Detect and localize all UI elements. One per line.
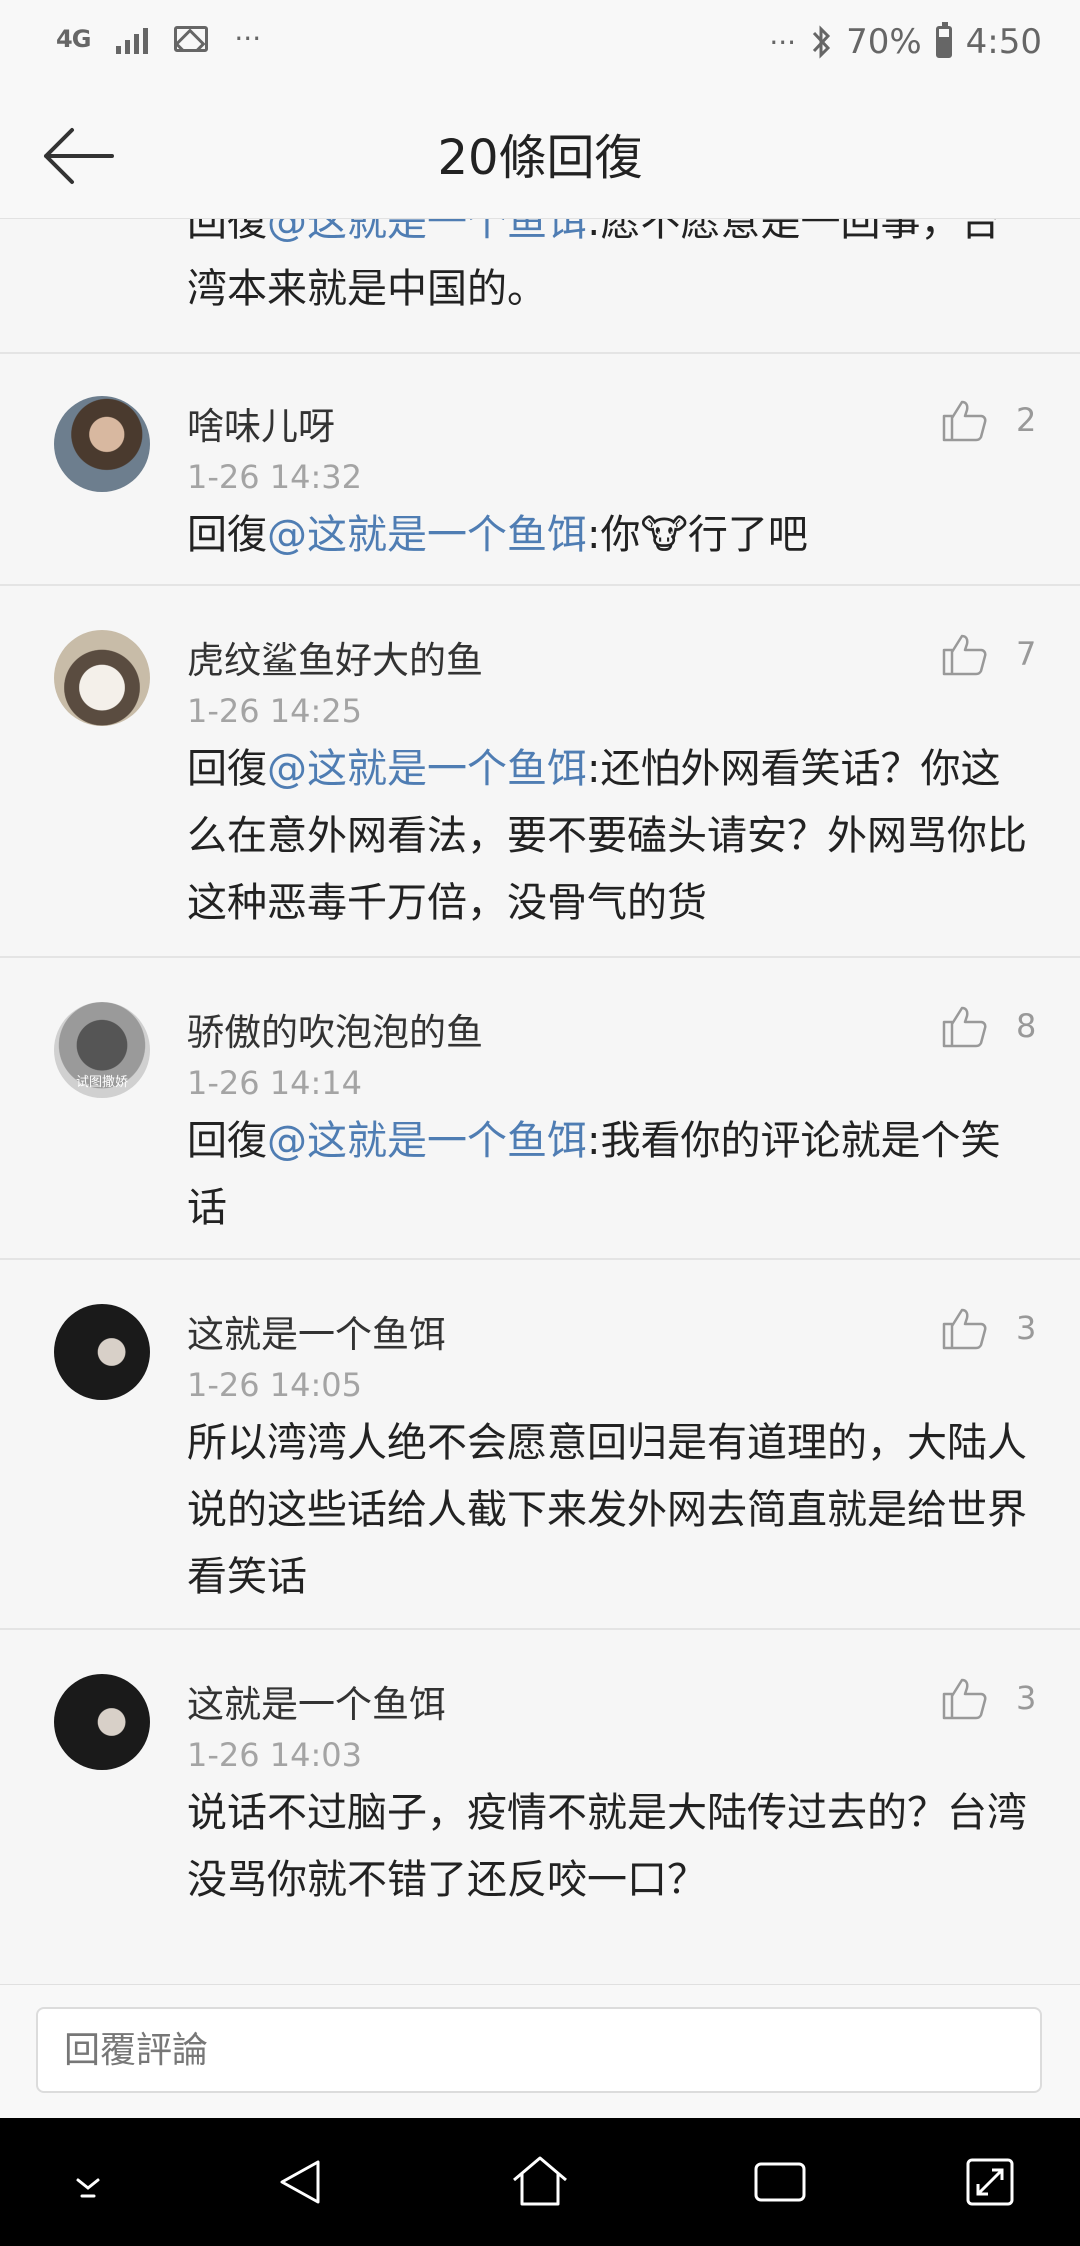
timestamp: 1-26 14:03 [187,1736,363,1774]
battery-icon [935,22,952,58]
timestamp: 1-26 14:14 [187,1064,363,1102]
like-count: 3 [1016,1309,1037,1347]
comment-item: 试图撒娇 骄傲的吹泡泡的鱼 1-26 14:14 8 回復@这就是一个鱼饵:我看… [0,958,1080,1260]
comment-body: 回復@这就是一个鱼饵:还怕外网看笑话？你这么在意外网看法，要不要磕头请安？外网骂… [187,746,1027,926]
thumbs-up-icon [942,1678,987,1720]
avatar[interactable] [54,396,150,492]
username[interactable]: 啥味儿呀 [187,396,335,450]
mention-link[interactable]: @这就是一个鱼饵 [267,512,587,558]
navigation-bar [0,2118,1080,2246]
comment-item: 这就是一个鱼饵 1-26 14:03 3 说话不过脑子，疫情不就是大陆传过去的？… [0,1630,1080,1984]
comment-item: 虎纹鲨鱼好大的鱼 1-26 14:25 7 回復@这就是一个鱼饵:还怕外网看笑话… [0,586,1080,958]
page-title: 20條回復 [437,130,643,186]
mention-link[interactable]: @这就是一个鱼饵 [267,746,587,792]
image-notification-icon [174,25,209,52]
like-button[interactable]: 7 [940,630,1036,678]
comment-body: 回復@这就是一个鱼饵:愿不愿意是一回事，台湾本来就是中国的。 [187,219,1037,323]
like-count: 3 [1016,1679,1037,1717]
like-button[interactable]: 3 [940,1304,1036,1352]
username[interactable]: 骄傲的吹泡泡的鱼 [187,1002,483,1056]
like-count: 2 [1016,401,1037,439]
battery-percent: 70% [846,22,922,62]
header: 20條回復 [0,90,1080,219]
network-type: 4G [56,24,91,53]
clock: 4:50 [965,22,1042,62]
reply-bar: 回覆評論 [0,1984,1080,2119]
back-triangle-icon [280,2160,320,2204]
thumbs-up-icon [942,634,987,676]
avatar-caption: 试图撒娇 [75,1075,128,1090]
mention-link[interactable]: @这就是一个鱼饵 [267,219,587,245]
like-button[interactable]: 3 [940,1674,1036,1722]
avatar[interactable] [54,630,150,726]
status-bar: 4G ··· ··· 70% 4:50 [0,0,1080,90]
home-icon [513,2156,567,2206]
timestamp: 1-26 14:05 [187,1366,363,1404]
timestamp: 1-26 14:25 [187,692,363,730]
hide-keyboard-button[interactable] [56,2150,120,2214]
like-button[interactable]: 2 [940,396,1036,444]
thumbs-up-icon [942,1308,987,1350]
comment-body: 回復@这就是一个鱼饵:你🐮行了吧 [187,512,808,558]
comment-item-partial: 回復@这就是一个鱼饵:愿不愿意是一回事，台湾本来就是中国的。 [0,219,1080,354]
expand-icon [966,2158,1014,2206]
thumbs-up-icon [942,1006,987,1048]
signal-icon [116,24,149,54]
username[interactable]: 虎纹鲨鱼好大的鱼 [187,630,483,684]
like-count: 8 [1016,1007,1037,1045]
recents-icon [754,2162,806,2202]
avatar[interactable] [54,1674,150,1770]
thumbs-up-icon [942,400,987,442]
comment-body: 回復@这就是一个鱼饵:我看你的评论就是个笑话 [187,1118,1001,1231]
avatar[interactable] [54,1304,150,1400]
timestamp: 1-26 14:32 [187,458,363,496]
comment-item: 啥味儿呀 1-26 14:32 2 回復@这就是一个鱼饵:你🐮行了吧 [0,352,1080,586]
like-count: 7 [1016,635,1037,673]
nav-back-button[interactable] [268,2150,332,2214]
comment-list[interactable]: 回復@这就是一个鱼饵:愿不愿意是一回事，台湾本来就是中国的。 啥味儿呀 1-26… [0,219,1080,1984]
more-notifications-icon: ··· [234,22,262,55]
more-status-icon: ··· [769,25,797,59]
bluetooth-icon [812,25,831,59]
nav-expand-button[interactable] [958,2150,1022,2214]
mention-link[interactable]: @这就是一个鱼饵 [267,1118,587,1164]
like-button[interactable]: 8 [940,1002,1036,1050]
reply-input[interactable]: 回覆評論 [36,2007,1042,2093]
nav-home-button[interactable] [508,2150,572,2214]
username[interactable]: 这就是一个鱼饵 [187,1304,446,1358]
username[interactable]: 这就是一个鱼饵 [187,1674,446,1728]
comment-body: 说话不过脑子，疫情不就是大陆传过去的？台湾没骂你就不错了还反咬一口？ [187,1790,1027,1903]
avatar[interactable]: 试图撒娇 [54,1002,150,1098]
chevron-down-icon [76,2178,100,2198]
comment-item: 这就是一个鱼饵 1-26 14:05 3 所以湾湾人绝不会愿意回归是有道理的，大… [0,1260,1080,1630]
comment-body: 所以湾湾人绝不会愿意回归是有道理的，大陆人说的这些话给人截下来发外网去简直就是给… [187,1420,1027,1600]
nav-recents-button[interactable] [748,2150,812,2214]
